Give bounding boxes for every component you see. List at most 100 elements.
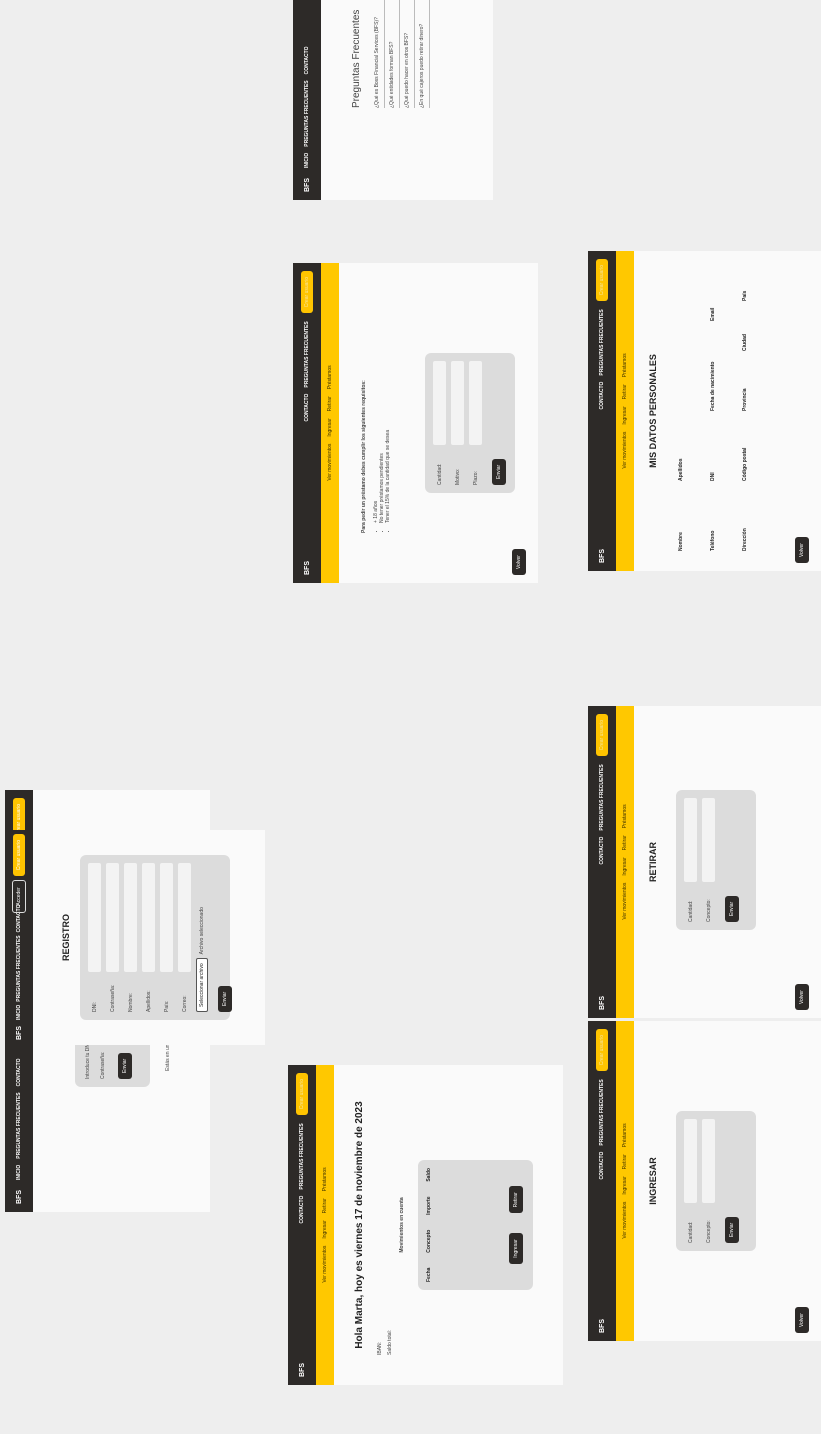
crear-usuario-button[interactable]: Crear usuario [596,259,608,302]
apellidos-input[interactable] [142,863,155,972]
enviar-button[interactable]: Enviar [725,1216,739,1243]
subnav-ver-movimientos[interactable]: Ver movimientos [327,444,333,481]
retirar-card: Cantidad: Concepto: Enviar [676,790,756,930]
subnav-retirar[interactable]: Retirar [322,1198,328,1213]
faq-question[interactable]: ¿Qué es Boss Financial Services (BFS)? [370,0,385,108]
subnav-prestamos[interactable]: Préstamos [622,1123,628,1147]
nav-inicio[interactable]: INICIO [304,153,310,168]
nav-inicio[interactable]: INICIO [16,1005,22,1020]
subnav-ver-movimientos[interactable]: Ver movimientos [322,1246,328,1283]
top-nav: BFS INICIO PREGUNTAS FRECUENTES CONTACTO… [293,0,321,200]
iban-label: IBAN: [377,1341,383,1355]
file-select-button[interactable]: Seleccionar archivo [196,958,208,1012]
subnav-ingresar[interactable]: Ingresar [322,1220,328,1238]
brand-logo[interactable]: BFS [16,1026,23,1040]
cantidad-input[interactable] [684,798,697,882]
subnav-prestamos[interactable]: Préstamos [622,353,628,377]
subnav-ingresar[interactable]: Ingresar [622,857,628,875]
sub-nav: Ver movimientos Ingresar Retirar Préstam… [616,251,634,571]
datos-screen: BFS CONTACTO PREGUNTAS FRECUENTES Crear … [588,251,821,658]
subnav-retirar[interactable]: Retirar [622,384,628,399]
subnav-prestamos[interactable]: Préstamos [327,365,333,389]
nav-contacto[interactable]: CONTACTO [16,1059,22,1087]
nav-faq[interactable]: PREGUNTAS FRECUENTES [304,321,310,387]
nav-faq[interactable]: PREGUNTAS FRECUENTES [299,1123,305,1189]
volver-button[interactable]: Volver [512,549,526,575]
nav-contacto[interactable]: CONTACTO [304,47,310,75]
plazo-input[interactable] [469,361,482,445]
col-concepto: Concepto [426,1229,432,1253]
subnav-prestamos[interactable]: Préstamos [322,1167,328,1191]
brand-logo[interactable]: BFS [304,178,311,192]
concepto-input[interactable] [702,798,715,882]
correo-input[interactable] [178,863,191,972]
brand-logo[interactable]: BFS [599,1319,606,1333]
nav-faq[interactable]: PREGUNTAS FRECUENTES [304,80,310,146]
nombre-input[interactable] [124,863,137,972]
cantidad-input[interactable] [433,361,446,445]
nav-contacto[interactable]: CONTACTO [599,1152,605,1180]
subnav-ingresar[interactable]: Ingresar [622,1176,628,1194]
faq-question[interactable]: ¿En qué cajeros puedo retirar dinero? [415,0,430,108]
subnav-ingresar[interactable]: Ingresar [622,406,628,424]
motivo-input[interactable] [451,361,464,445]
enviar-button[interactable]: Enviar [725,895,739,922]
brand-logo[interactable]: BFS [304,561,311,575]
datos-label: Código postal [742,447,748,481]
volver-button[interactable]: Volver [795,984,809,1010]
retirar-button[interactable]: Retirar [509,1186,523,1214]
enviar-button[interactable]: Enviar [492,458,506,485]
brand-logo[interactable]: BFS [599,549,606,563]
nav-contacto[interactable]: CONTACTO [599,837,605,865]
brand-logo[interactable]: BFS [299,1363,306,1377]
nav-contacto[interactable]: CONTACTO [599,382,605,410]
subnav-ingresar[interactable]: Ingresar [327,418,333,436]
pais-input[interactable] [160,863,173,972]
ingresar-button[interactable]: Ingresar [509,1233,523,1264]
nav-faq[interactable]: PREGUNTAS FRECUENTES [599,309,605,375]
cantidad-input[interactable] [684,1119,697,1203]
dni-input[interactable] [88,863,101,972]
concepto-input[interactable] [702,1119,715,1203]
nav-inicio[interactable]: INICIO [16,1165,22,1180]
top-nav: BFS CONTACTO PREGUNTAS FRECUENTES Crear … [588,706,616,1018]
subnav-retirar[interactable]: Retirar [622,835,628,850]
prestamos-screen: BFS CONTACTO PREGUNTAS FRECUENTES Crear … [293,263,538,658]
nav-faq[interactable]: PREGUNTAS FRECUENTES [16,1092,22,1158]
nav-contacto[interactable]: CONTACTO [299,1196,305,1224]
nav-faq[interactable]: PREGUNTAS FRECUENTES [599,764,605,830]
crear-usuario-button[interactable]: Crear usuario [296,1073,308,1116]
enviar-button[interactable]: Enviar [118,1052,132,1079]
datos-label: Teléfono [710,530,716,551]
password-input[interactable] [106,863,119,972]
faq-question[interactable]: ¿Qué puedo hacer en otros BFS? [400,0,415,108]
col-saldo: Saldo [426,1168,432,1182]
faq-question[interactable]: ¿Qué entidades forman BFS? [385,0,400,108]
cantidad-label: Cantidad: [687,1221,694,1243]
brand-logo[interactable]: BFS [599,996,606,1010]
brand-logo[interactable]: BFS [16,1190,23,1204]
plazo-label: Plazo: [472,471,479,485]
movements-header: Fecha Concepto Importe Saldo [418,1160,440,1290]
field-label: DNI: [91,1002,98,1012]
retirar-screen: BFS CONTACTO PREGUNTAS FRECUENTES Crear … [588,706,821,1097]
cantidad-label: Cantidad: [436,463,443,485]
acceder-button[interactable]: Acceder [12,880,26,913]
subnav-retirar[interactable]: Retirar [327,396,333,411]
enviar-button[interactable]: Enviar [218,985,232,1012]
registro-card: DNI: Contraseña: Nombre: Apellidos: País… [80,855,232,1020]
subnav-retirar[interactable]: Retirar [622,1154,628,1169]
subnav-prestamos[interactable]: Préstamos [622,804,628,828]
movements-card: Fecha Concepto Importe Saldo Ingresar Re… [418,1160,533,1290]
crear-usuario-button[interactable]: Crear usuario [13,834,25,877]
subnav-ver-movimientos[interactable]: Ver movimientos [622,1202,628,1239]
crear-usuario-button[interactable]: Crear usuario [596,714,608,757]
datos-label: Fecha de nacimiento [710,361,716,411]
nav-faq[interactable]: PREGUNTAS FRECUENTES [16,935,22,1001]
nav-contacto[interactable]: CONTACTO [304,394,310,422]
subnav-ver-movimientos[interactable]: Ver movimientos [622,432,628,469]
volver-button[interactable]: Volver [795,537,809,563]
volver-button[interactable]: Volver [795,1307,809,1333]
subnav-ver-movimientos[interactable]: Ver movimientos [622,883,628,920]
movements-title: Movimientos en cuenta [399,1197,405,1253]
